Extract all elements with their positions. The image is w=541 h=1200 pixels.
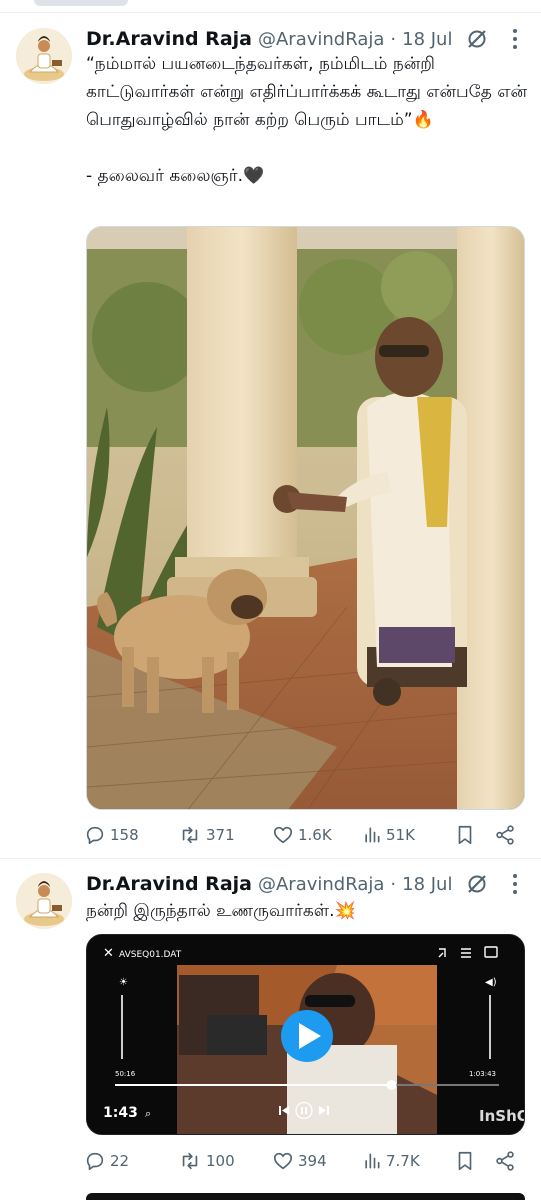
bookmark-icon [458,1151,472,1171]
views-icon [365,1153,380,1169]
like-button[interactable]: 1.6K [272,820,332,850]
avatar[interactable] [16,873,72,929]
bookmark-button[interactable] [454,820,476,850]
repost-icon [182,1152,198,1170]
avatar[interactable] [16,28,72,84]
total-time-small: 1:03:43 [469,1070,496,1078]
reply-count: 158 [110,826,139,844]
reply-icon [86,1152,104,1171]
repost-count: 371 [206,826,235,844]
separator-dot: · [390,873,397,895]
views-button[interactable]: 7.7K [362,1146,420,1176]
tweet-2[interactable]: Dr.Aravind Raja @AravindRaja · 18 Jul நன… [0,859,541,1200]
tweet-1[interactable]: Dr.Aravind Raja @AravindRaja · 18 Jul “ந… [0,0,541,858]
like-button[interactable]: 394 [272,1146,327,1176]
tweet-photo[interactable] [86,226,525,810]
views-count: 51K [386,826,415,844]
grok-icon[interactable] [466,28,488,50]
close-icon[interactable]: ✕ [103,946,114,961]
brightness-icon: ☀ [119,977,128,988]
views-button[interactable]: 51K [362,820,415,850]
author-handle[interactable]: @AravindRaja [258,874,384,895]
bookmark-button[interactable] [454,1146,476,1176]
more-icon[interactable] [505,871,525,897]
watermark: InShOt [479,1107,525,1125]
share-button[interactable] [494,820,516,850]
share-button[interactable] [494,1146,516,1176]
like-count: 394 [298,1152,327,1170]
views-icon [365,827,380,843]
video-duration: 1:43 [103,1105,138,1121]
reply-button[interactable]: 22 [84,1146,129,1176]
captions-icon[interactable]: ⌕ [145,1107,151,1120]
bookmark-icon [458,825,472,845]
reply-button[interactable]: 158 [84,820,139,850]
reply-count: 22 [110,1152,130,1170]
grok-icon[interactable] [466,873,488,895]
video-filename: AVSEQ01.DAT [119,950,182,960]
tweet-text: “நம்மால் பயனடைந்தவர்கள், நம்மிடம் நன்றி … [86,54,527,186]
tweet-date[interactable]: 18 Jul [402,29,452,50]
volume-slider[interactable] [489,995,491,1059]
video-progress-knob[interactable] [386,1080,397,1090]
like-count: 1.6K [298,826,332,844]
more-icon[interactable] [505,26,525,52]
share-icon [496,1151,514,1171]
brightness-slider[interactable] [121,995,123,1059]
heart-icon [273,1152,293,1170]
repost-button[interactable]: 371 [178,820,235,850]
video-progress-fill [115,1084,392,1086]
tweet-video[interactable]: ✕ AVSEQ01.DAT ☀ ◀) 50:16 1:03:43 1:43 ⌕ [86,934,525,1135]
repost-icon [182,826,198,844]
author-name[interactable]: Dr.Aravind Raja [86,873,252,895]
volume-icon: ◀) [485,977,497,988]
tweet-date[interactable]: 18 Jul [402,874,452,895]
elapsed-time-small: 50:16 [115,1070,136,1078]
tweet-text: நன்றி இருந்தால் உணருவார்கள்.💥 [86,901,356,921]
separator-dot: · [390,28,397,50]
repost-button[interactable]: 100 [178,1146,235,1176]
reply-icon [86,826,104,845]
heart-icon [273,826,293,844]
next-tweet-media-edge [86,1193,525,1200]
share-icon [496,825,514,845]
repost-count: 100 [206,1152,235,1170]
author-handle[interactable]: @AravindRaja [258,29,384,50]
views-count: 7.7K [386,1152,420,1170]
author-name[interactable]: Dr.Aravind Raja [86,28,252,50]
